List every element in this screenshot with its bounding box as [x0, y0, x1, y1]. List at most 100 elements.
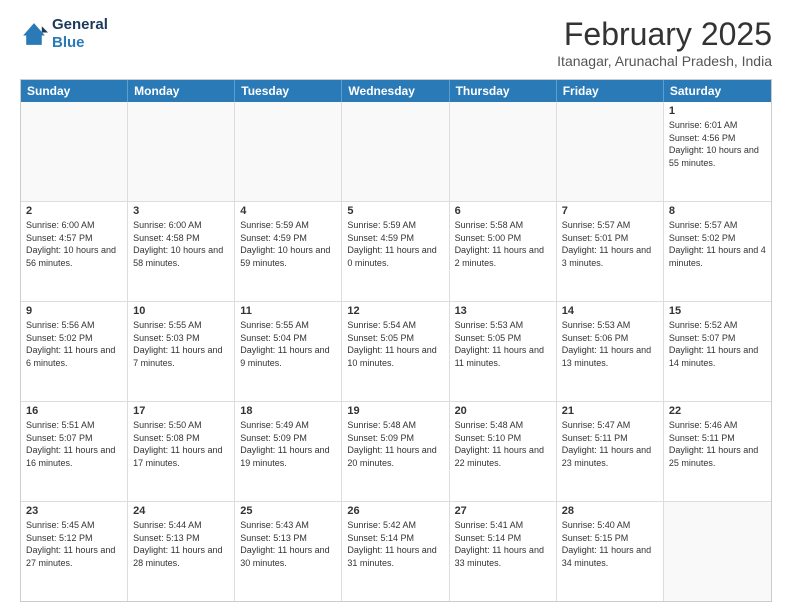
cell-sun-info: Sunrise: 5:50 AMSunset: 5:08 PMDaylight:…	[133, 419, 229, 469]
day-number: 7	[562, 205, 658, 217]
calendar-cell: 20 Sunrise: 5:48 AMSunset: 5:10 PMDayligh…	[450, 402, 557, 501]
cell-sun-info: Sunrise: 5:55 AMSunset: 5:03 PMDaylight:…	[133, 319, 229, 369]
page-header: General Blue February 2025 Itanagar, Aru…	[20, 16, 772, 69]
calendar-cell: 7 Sunrise: 5:57 AMSunset: 5:01 PMDaylight…	[557, 202, 664, 301]
calendar-row: 23Sunrise: 5:45 AMSunset: 5:12 PMDayligh…	[21, 501, 771, 601]
day-number: 12	[347, 305, 443, 317]
day-number: 21	[562, 405, 658, 417]
calendar-cell: 4Sunrise: 5:59 AMSunset: 4:59 PMDaylight…	[235, 202, 342, 301]
weekday-header: Friday	[557, 80, 664, 102]
calendar-cell: 15 Sunrise: 5:52 AMSunset: 5:07 PMDayligh…	[664, 302, 771, 401]
cell-sun-info: Sunrise: 5:41 AMSunset: 5:14 PMDaylight:…	[455, 519, 551, 569]
day-number: 8	[669, 205, 766, 217]
calendar-cell: 21 Sunrise: 5:47 AMSunset: 5:11 PMDayligh…	[557, 402, 664, 501]
day-number: 15	[669, 305, 766, 317]
calendar-row: 2Sunrise: 6:00 AMSunset: 4:57 PMDaylight…	[21, 201, 771, 301]
calendar-cell: 13 Sunrise: 5:53 AMSunset: 5:05 PMDayligh…	[450, 302, 557, 401]
day-number: 20	[455, 405, 551, 417]
cell-sun-info: Sunrise: 5:48 AMSunset: 5:09 PMDaylight:…	[347, 419, 443, 469]
cell-sun-info: Sunrise: 5:57 AMSunset: 5:02 PMDaylight:…	[669, 219, 766, 269]
calendar-cell: 5 Sunrise: 5:59 AMSunset: 4:59 PMDaylight…	[342, 202, 449, 301]
cell-sun-info: Sunrise: 5:44 AMSunset: 5:13 PMDaylight:…	[133, 519, 229, 569]
weekday-header: Monday	[128, 80, 235, 102]
cell-sun-info: Sunrise: 5:45 AMSunset: 5:12 PMDaylight:…	[26, 519, 122, 569]
calendar-body: 1 Sunrise: 6:01 AMSunset: 4:56 PMDaylight…	[21, 102, 771, 601]
day-number: 14	[562, 305, 658, 317]
calendar-cell: 1 Sunrise: 6:01 AMSunset: 4:56 PMDaylight…	[664, 102, 771, 201]
location-subtitle: Itanagar, Arunachal Pradesh, India	[557, 53, 772, 69]
calendar-cell	[235, 102, 342, 201]
calendar-cell: 12 Sunrise: 5:54 AMSunset: 5:05 PMDayligh…	[342, 302, 449, 401]
calendar-row: 16Sunrise: 5:51 AMSunset: 5:07 PMDayligh…	[21, 401, 771, 501]
cell-sun-info: Sunrise: 6:00 AMSunset: 4:57 PMDaylight:…	[26, 219, 122, 269]
cell-sun-info: Sunrise: 5:47 AMSunset: 5:11 PMDaylight:…	[562, 419, 658, 469]
cell-sun-info: Sunrise: 6:01 AMSunset: 4:56 PMDaylight:…	[669, 119, 766, 169]
calendar-cell: 26 Sunrise: 5:42 AMSunset: 5:14 PMDayligh…	[342, 502, 449, 601]
day-number: 11	[240, 305, 336, 317]
day-number: 17	[133, 405, 229, 417]
cell-sun-info: Sunrise: 5:57 AMSunset: 5:01 PMDaylight:…	[562, 219, 658, 269]
cell-sun-info: Sunrise: 5:46 AMSunset: 5:11 PMDaylight:…	[669, 419, 766, 469]
cell-sun-info: Sunrise: 5:56 AMSunset: 5:02 PMDaylight:…	[26, 319, 122, 369]
calendar-cell: 27 Sunrise: 5:41 AMSunset: 5:14 PMDayligh…	[450, 502, 557, 601]
day-number: 4	[240, 205, 336, 217]
day-number: 6	[455, 205, 551, 217]
calendar-cell: 18 Sunrise: 5:49 AMSunset: 5:09 PMDayligh…	[235, 402, 342, 501]
day-number: 3	[133, 205, 229, 217]
calendar-cell	[342, 102, 449, 201]
calendar-cell: 6 Sunrise: 5:58 AMSunset: 5:00 PMDaylight…	[450, 202, 557, 301]
calendar-cell: 19 Sunrise: 5:48 AMSunset: 5:09 PMDayligh…	[342, 402, 449, 501]
cell-sun-info: Sunrise: 5:42 AMSunset: 5:14 PMDaylight:…	[347, 519, 443, 569]
calendar-cell	[664, 502, 771, 601]
calendar-cell: 28Sunrise: 5:40 AMSunset: 5:15 PMDayligh…	[557, 502, 664, 601]
cell-sun-info: Sunrise: 5:53 AMSunset: 5:05 PMDaylight:…	[455, 319, 551, 369]
calendar: SundayMondayTuesdayWednesdayThursdayFrid…	[20, 79, 772, 602]
calendar-cell: 22 Sunrise: 5:46 AMSunset: 5:11 PMDayligh…	[664, 402, 771, 501]
calendar-row: 1 Sunrise: 6:01 AMSunset: 4:56 PMDaylight…	[21, 102, 771, 201]
weekday-header: Sunday	[21, 80, 128, 102]
calendar-cell: 2Sunrise: 6:00 AMSunset: 4:57 PMDaylight…	[21, 202, 128, 301]
cell-sun-info: Sunrise: 5:58 AMSunset: 5:00 PMDaylight:…	[455, 219, 551, 269]
logo-line2: Blue	[52, 34, 108, 52]
calendar-cell: 9 Sunrise: 5:56 AMSunset: 5:02 PMDaylight…	[21, 302, 128, 401]
cell-sun-info: Sunrise: 5:52 AMSunset: 5:07 PMDaylight:…	[669, 319, 766, 369]
calendar-header: SundayMondayTuesdayWednesdayThursdayFrid…	[21, 80, 771, 102]
day-number: 19	[347, 405, 443, 417]
weekday-header: Tuesday	[235, 80, 342, 102]
day-number: 1	[669, 105, 766, 117]
calendar-cell	[21, 102, 128, 201]
calendar-cell: 10 Sunrise: 5:55 AMSunset: 5:03 PMDayligh…	[128, 302, 235, 401]
day-number: 13	[455, 305, 551, 317]
calendar-row: 9 Sunrise: 5:56 AMSunset: 5:02 PMDaylight…	[21, 301, 771, 401]
day-number: 25	[240, 505, 336, 517]
calendar-cell: 24 Sunrise: 5:44 AMSunset: 5:13 PMDayligh…	[128, 502, 235, 601]
calendar-cell: 8 Sunrise: 5:57 AMSunset: 5:02 PMDaylight…	[664, 202, 771, 301]
day-number: 9	[26, 305, 122, 317]
cell-sun-info: Sunrise: 6:00 AMSunset: 4:58 PMDaylight:…	[133, 219, 229, 269]
cell-sun-info: Sunrise: 5:43 AMSunset: 5:13 PMDaylight:…	[240, 519, 336, 569]
weekday-header: Wednesday	[342, 80, 449, 102]
cell-sun-info: Sunrise: 5:51 AMSunset: 5:07 PMDaylight:…	[26, 419, 122, 469]
cell-sun-info: Sunrise: 5:54 AMSunset: 5:05 PMDaylight:…	[347, 319, 443, 369]
weekday-header: Thursday	[450, 80, 557, 102]
cell-sun-info: Sunrise: 5:59 AMSunset: 4:59 PMDaylight:…	[347, 219, 443, 269]
calendar-cell: 16Sunrise: 5:51 AMSunset: 5:07 PMDayligh…	[21, 402, 128, 501]
day-number: 24	[133, 505, 229, 517]
logo-line1: General	[52, 16, 108, 34]
day-number: 18	[240, 405, 336, 417]
cell-sun-info: Sunrise: 5:40 AMSunset: 5:15 PMDaylight:…	[562, 519, 658, 569]
weekday-header: Saturday	[664, 80, 771, 102]
day-number: 27	[455, 505, 551, 517]
calendar-cell	[128, 102, 235, 201]
day-number: 5	[347, 205, 443, 217]
cell-sun-info: Sunrise: 5:48 AMSunset: 5:10 PMDaylight:…	[455, 419, 551, 469]
day-number: 22	[669, 405, 766, 417]
day-number: 10	[133, 305, 229, 317]
calendar-cell: 14Sunrise: 5:53 AMSunset: 5:06 PMDayligh…	[557, 302, 664, 401]
cell-sun-info: Sunrise: 5:55 AMSunset: 5:04 PMDaylight:…	[240, 319, 336, 369]
cell-sun-info: Sunrise: 5:49 AMSunset: 5:09 PMDaylight:…	[240, 419, 336, 469]
title-block: February 2025 Itanagar, Arunachal Prades…	[557, 16, 772, 69]
calendar-cell: 17 Sunrise: 5:50 AMSunset: 5:08 PMDayligh…	[128, 402, 235, 501]
day-number: 26	[347, 505, 443, 517]
calendar-cell: 25 Sunrise: 5:43 AMSunset: 5:13 PMDayligh…	[235, 502, 342, 601]
